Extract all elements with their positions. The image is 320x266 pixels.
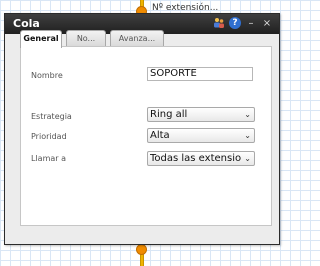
call-select[interactable]: Todas las extensiones ⌄ xyxy=(147,151,255,166)
strategy-value: Ring all xyxy=(150,109,188,120)
chevron-down-icon: ⌄ xyxy=(244,110,251,119)
priority-select[interactable]: Alta ⌄ xyxy=(147,128,255,143)
name-input[interactable]: SOPORTE xyxy=(147,67,253,81)
priority-value: Alta xyxy=(150,130,170,141)
chevron-down-icon: ⌄ xyxy=(244,154,251,163)
priority-label: Prioridad xyxy=(31,132,67,141)
strategy-label: Estrategia xyxy=(31,112,72,121)
titlebar-icons: ? – × xyxy=(213,17,273,29)
strategy-select[interactable]: Ring all ⌄ xyxy=(147,107,255,122)
agents-icon[interactable] xyxy=(213,17,225,29)
tab-advanced[interactable]: Avanza... xyxy=(110,30,164,47)
dialog-title: Cola xyxy=(13,17,40,30)
extension-label: Nº extensión... xyxy=(152,3,219,13)
name-label: Nombre xyxy=(31,71,63,80)
close-icon[interactable]: × xyxy=(261,17,273,29)
general-panel: Nombre SOPORTE Estrategia Ring all ⌄ Pri… xyxy=(20,46,272,226)
chevron-down-icon: ⌄ xyxy=(244,131,251,140)
call-value: Todas las extensiones xyxy=(150,153,242,164)
connection-knob-bottom[interactable] xyxy=(136,244,147,255)
help-icon[interactable]: ? xyxy=(229,17,241,29)
tab-general[interactable]: General xyxy=(20,30,62,48)
call-label: Llamar a xyxy=(31,154,67,163)
minimize-icon[interactable]: – xyxy=(245,17,257,29)
tab-no[interactable]: No... xyxy=(66,30,106,47)
